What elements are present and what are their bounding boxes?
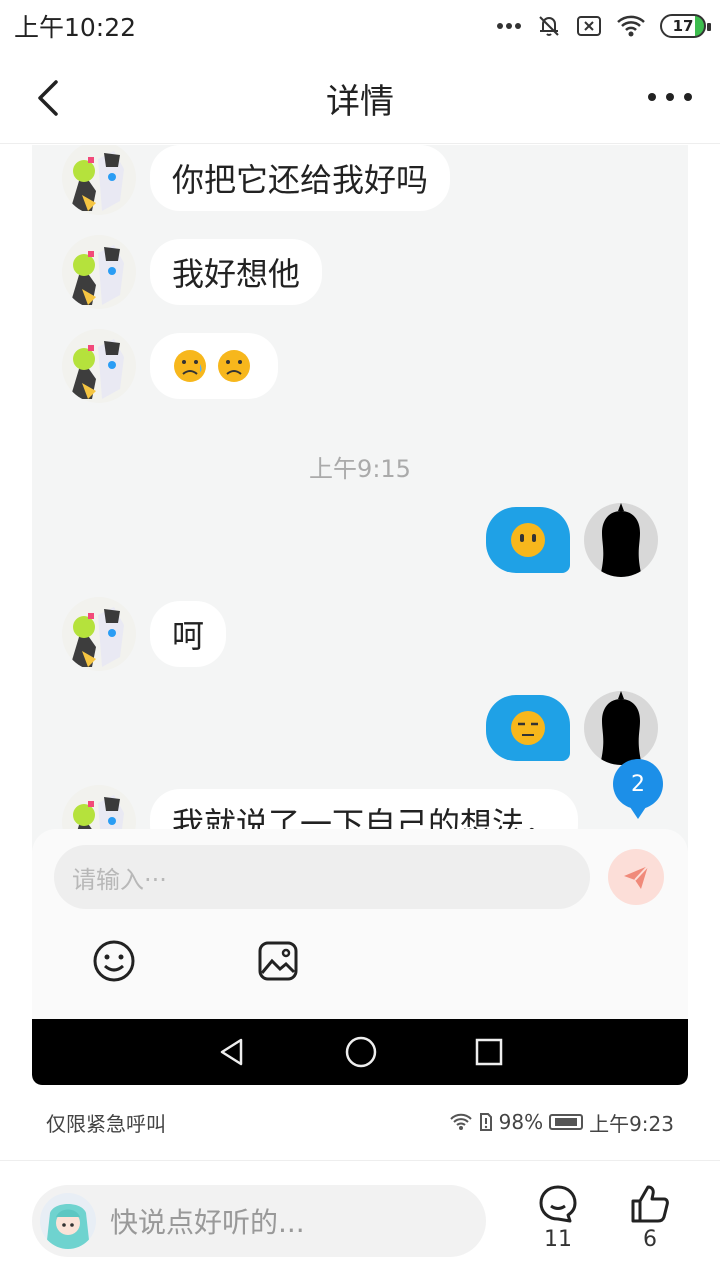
user-avatar [584, 691, 658, 765]
chat-message-left: 你把它还给我好吗 [62, 145, 451, 215]
screenshot-time: 上午9:23 [589, 1111, 674, 1136]
message-text: 你把它还给我好吗 [172, 161, 429, 199]
message-bubble: 呵 [150, 601, 227, 667]
emoji-icon[interactable] [92, 939, 136, 983]
image-icon[interactable] [256, 939, 300, 983]
battery-icon: 17 [660, 14, 711, 38]
screenshot-status-bar: 仅限紧急呼叫 98% 上午9:23 [32, 1100, 688, 1144]
anime-avatar [62, 329, 136, 403]
comment-input[interactable]: 快说点好听的... [32, 1185, 486, 1257]
chat-input-panel: 请输入··· [32, 829, 688, 1019]
chat-screenshot: 你把它还给我好吗 我好想他 上午9:15 呵 2 我就说了一下自己的想法， 请输… [32, 145, 688, 1085]
screenshot-status-icons: 98% 上午9:23 [449, 1108, 674, 1137]
page-title: 详情 [326, 82, 394, 122]
chat-message-right [486, 503, 658, 577]
message-bubble [150, 333, 278, 399]
message-bubble [486, 695, 570, 761]
speechless-face-icon [511, 523, 545, 557]
message-text: 呵 [172, 617, 205, 655]
battery-percent: 98% [498, 1110, 544, 1134]
wifi-icon [449, 1113, 472, 1130]
more-dots-icon [497, 23, 521, 29]
input-placeholder: 请输入··· [72, 865, 167, 894]
send-button[interactable] [608, 849, 664, 905]
sim-alert-icon [479, 1113, 492, 1131]
battery-level: 17 [672, 17, 694, 35]
chat-message-left [62, 329, 278, 403]
like-button[interactable]: 6 [620, 1183, 680, 1252]
chat-message-left: 呵 [62, 597, 227, 671]
back-triangle-icon[interactable] [217, 1037, 247, 1067]
time-divider: 上午9:15 [309, 455, 411, 483]
wifi-icon [617, 15, 645, 37]
bell-muted-icon [539, 16, 559, 36]
user-avatar [584, 503, 658, 577]
comment-placeholder: 快说点好听的... [110, 1206, 305, 1239]
comment-bar: 快说点好听的... 11 6 [0, 1160, 720, 1280]
status-icons: 17 [496, 13, 711, 39]
sim-off-icon [577, 16, 601, 36]
status-bar: 上午10:22 17 [0, 0, 720, 52]
message-input[interactable]: 请输入··· [54, 845, 590, 909]
home-circle-icon[interactable] [345, 1036, 377, 1068]
more-options-icon[interactable] [648, 82, 692, 112]
thumbs-up-icon [631, 1185, 669, 1223]
sad-face-icon [174, 350, 250, 382]
like-count: 6 [643, 1227, 657, 1252]
comment-bubble-icon [539, 1185, 577, 1223]
nav-bar: 详情 [0, 52, 720, 144]
recents-square-icon[interactable] [475, 1038, 503, 1066]
unread-badge[interactable]: 2 [613, 759, 663, 819]
system-nav-bar [32, 1019, 688, 1085]
status-time: 上午10:22 [14, 13, 137, 42]
paper-plane-icon [624, 865, 649, 889]
anime-avatar [62, 597, 136, 671]
chat-message-right [486, 691, 658, 765]
chat-message-left: 我好想他 [62, 235, 323, 309]
message-bubble [486, 507, 570, 573]
comment-count: 11 [544, 1227, 572, 1252]
comment-button[interactable]: 11 [528, 1183, 588, 1252]
anime-avatar [62, 145, 136, 215]
battery-icon [549, 1114, 584, 1130]
message-bubble: 你把它还给我好吗 [150, 145, 451, 211]
message-text: 我好想他 [172, 255, 301, 293]
annoyed-face-icon [511, 711, 545, 745]
message-bubble: 我好想他 [150, 239, 323, 305]
anime-avatar [62, 235, 136, 309]
emergency-calls-text: 仅限紧急呼叫 [46, 1111, 166, 1136]
my-avatar [40, 1193, 96, 1249]
